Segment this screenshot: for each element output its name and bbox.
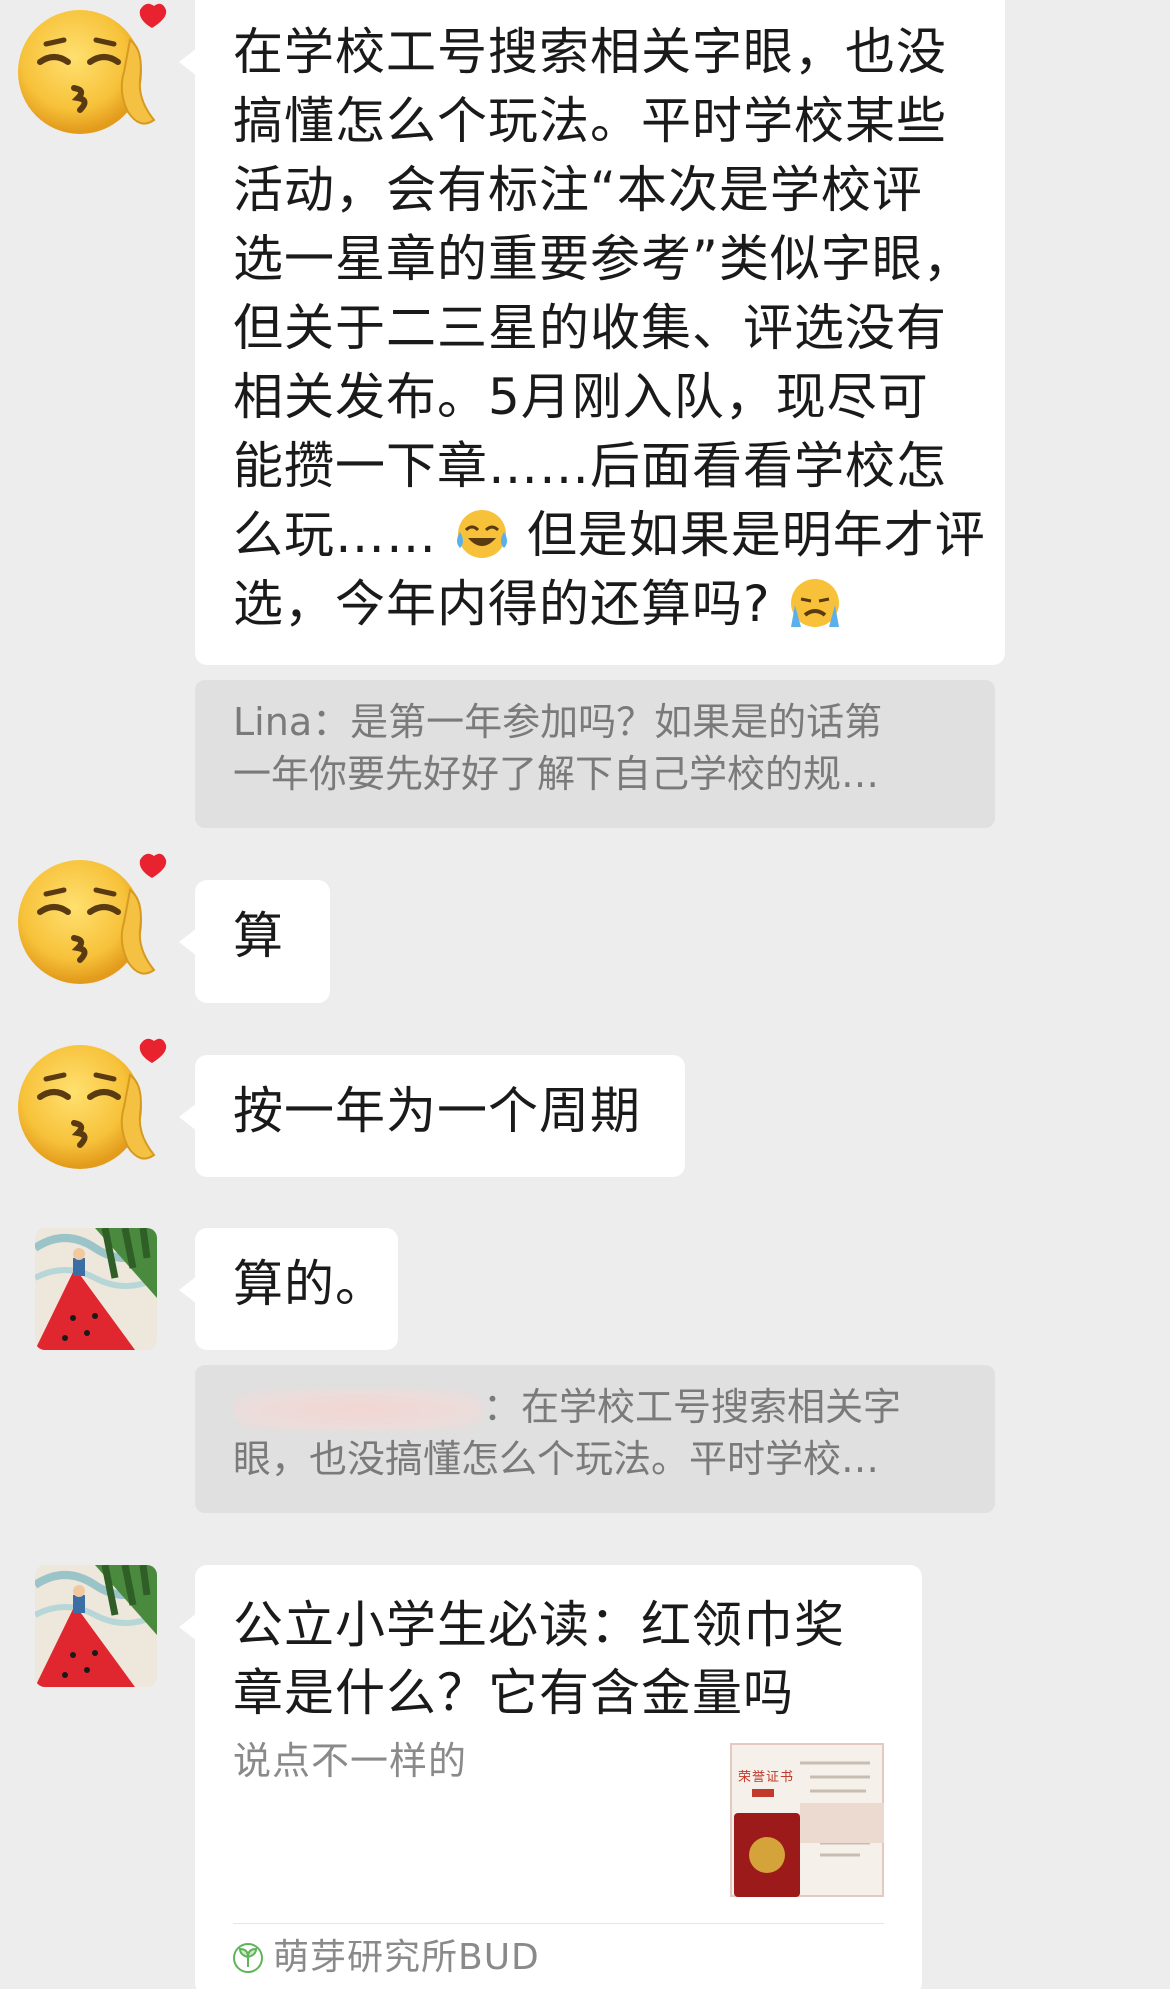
message-line: 选，今年内得的还算吗? bbox=[233, 570, 967, 639]
certificate-label: 荣誉证书 bbox=[738, 1770, 794, 1785]
crying-emoji-icon bbox=[791, 579, 840, 627]
contact-avatar[interactable] bbox=[35, 1565, 157, 1687]
quoted-reply[interactable]: Lina：是第一年参加吗？如果是的话第 一年你要先好好了解下自己学校的规… bbox=[195, 680, 995, 828]
card-description: 说点不一样的 bbox=[233, 1739, 468, 1783]
message-line: 活动，会有标注“本次是学校评 bbox=[233, 161, 923, 219]
message-line: 么玩…… 但是如果是明年才评 bbox=[233, 501, 985, 570]
quote-line: 一年你要先好好了解下自己学校的规… bbox=[233, 752, 880, 796]
quote-line: 眼，也没搞懂怎么个玩法。平时学校… bbox=[233, 1437, 880, 1481]
link-card[interactable]: 公立小学生必读：红领巾奖 章是什么？它有含金量吗 说点不一样的 荣誉证书 萌芽研… bbox=[179, 1565, 922, 1989]
message-text: 算 bbox=[233, 907, 284, 965]
kissing-face-icon bbox=[12, 850, 172, 1000]
quote-text: ：在学校工号搜索相关字 bbox=[483, 1385, 902, 1429]
message-line: 选一星章的重要参考”类似字眼， bbox=[233, 230, 974, 288]
quote-line: Lina：是第一年参加吗？如果是的话第 bbox=[233, 700, 883, 744]
tears-of-joy-emoji-icon bbox=[456, 510, 507, 558]
message-line: 相关发布。5月刚入队，现尽可 bbox=[233, 368, 929, 426]
message-text: 算的。 bbox=[233, 1255, 386, 1313]
message-bubble[interactable]: 在学校工号搜索相关字眼，也没 搞懂怎么个玩法。平时学校某些 活动，会有标注“本次… bbox=[179, 0, 1005, 665]
message-text: 选，今年内得的还算吗? bbox=[233, 575, 771, 633]
kissing-face-icon bbox=[12, 0, 172, 150]
contact-avatar[interactable] bbox=[35, 1228, 157, 1350]
contact-avatar[interactable] bbox=[12, 1035, 162, 1185]
message-line: 但关于二三星的收集、评选没有 bbox=[233, 299, 947, 357]
card-title-line: 公立小学生必读：红领巾奖 bbox=[233, 1596, 845, 1654]
message-text: 么玩…… bbox=[233, 506, 437, 564]
message-text: 按一年为一个周期 bbox=[233, 1082, 641, 1140]
contact-avatar[interactable] bbox=[12, 850, 162, 1000]
message-line: 搞懂怎么个玩法。平时学校某些 bbox=[233, 92, 947, 150]
contact-avatar[interactable] bbox=[12, 0, 162, 150]
watermelon-avatar-icon bbox=[35, 1565, 157, 1687]
message-line: 在学校工号搜索相关字眼，也没 bbox=[233, 23, 947, 81]
card-thumbnail: 荣誉证书 bbox=[730, 1743, 884, 1897]
card-source: 萌芽研究所BUD bbox=[233, 1933, 540, 1983]
message-bubble[interactable]: 按一年为一个周期 bbox=[179, 1055, 685, 1177]
quote-line: ：在学校工号搜索相关字 bbox=[233, 1381, 957, 1433]
redacted-name bbox=[233, 1388, 483, 1431]
chat-area: 在学校工号搜索相关字眼，也没 搞懂怎么个玩法。平时学校某些 活动，会有标注“本次… bbox=[0, 0, 1170, 1989]
message-line: 能攒一下章……后面看看学校怎 bbox=[233, 437, 947, 495]
kissing-face-icon bbox=[12, 1035, 172, 1185]
card-title-line: 章是什么？它有含金量吗 bbox=[233, 1664, 794, 1722]
message-bubble[interactable]: 算 bbox=[179, 880, 330, 1003]
card-source-name: 萌芽研究所BUD bbox=[273, 1937, 540, 1978]
certificate-image: 荣誉证书 bbox=[730, 1743, 884, 1897]
watermelon-avatar-icon bbox=[35, 1228, 157, 1350]
message-text: 但是如果是明年才评 bbox=[526, 506, 986, 564]
quoted-reply[interactable]: ：在学校工号搜索相关字 眼，也没搞懂怎么个玩法。平时学校… bbox=[195, 1365, 995, 1513]
card-divider bbox=[233, 1923, 884, 1924]
sprout-icon bbox=[233, 1943, 263, 1973]
message-bubble[interactable]: 算的。 bbox=[179, 1228, 398, 1350]
